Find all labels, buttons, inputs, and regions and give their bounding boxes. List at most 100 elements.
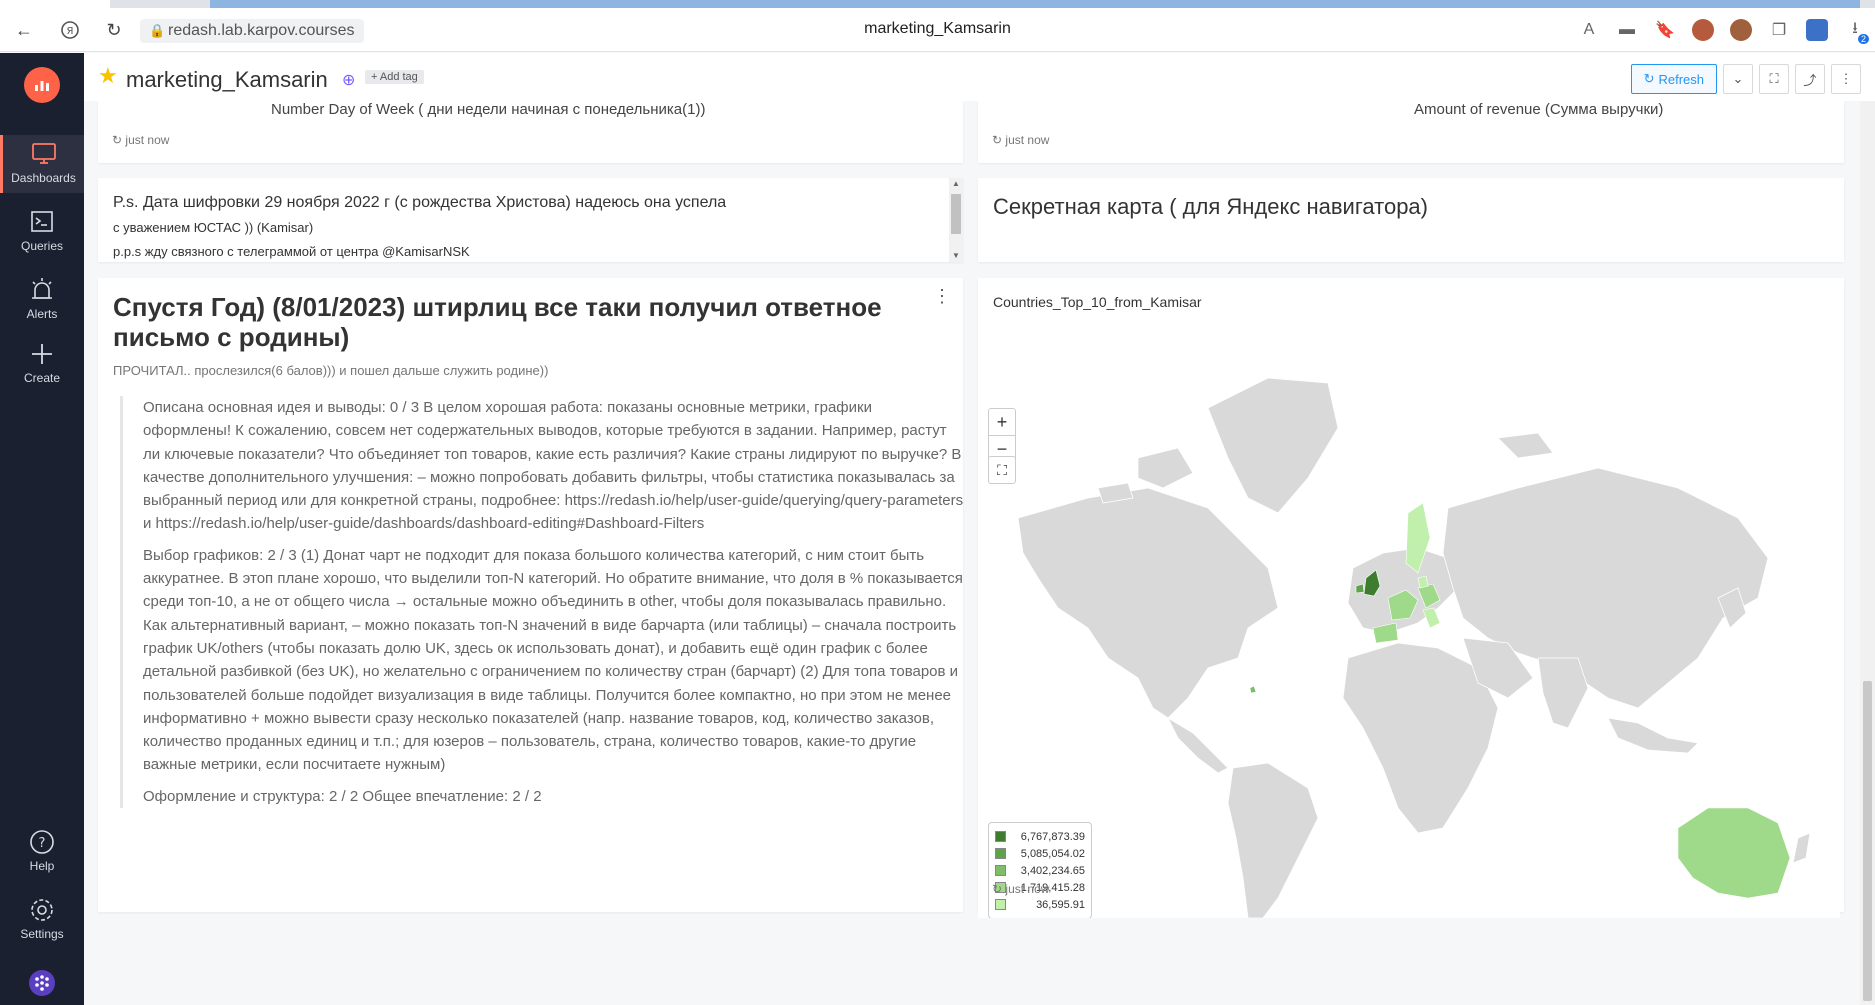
refresh-icon: ↻ — [1643, 71, 1655, 86]
legend-row: 3,402,234.65 — [995, 862, 1085, 879]
countries-map-widget: Countries_Top_10_from_Kamisar + − ⛶ 6,76… — [978, 278, 1844, 918]
sidebar-item-create[interactable]: Create — [0, 335, 84, 395]
extension-icon[interactable] — [1729, 18, 1753, 42]
weekday-chart-widget: Number Day of Week ( дни недели начиная … — [98, 101, 963, 163]
sidebar-item-label: Settings — [20, 927, 64, 941]
arctic-island — [1137, 447, 1194, 489]
dashboard-header: ★ marketing_Kamsarin ⊕ + Add tag ↻ Refres… — [84, 53, 1875, 101]
yandex-icon[interactable]: Я — [54, 14, 86, 46]
southeast-asia — [1607, 717, 1699, 754]
fullscreen-icon: ⛶ — [1769, 71, 1779, 86]
scroll-up-icon[interactable]: ▲ — [949, 178, 963, 190]
sidebar-item-settings[interactable]: Settings — [0, 891, 84, 951]
revenue-chart-widget: Amount of revenue (Сумма выручки) ↻ just… — [978, 101, 1844, 163]
widget-scrollbar[interactable]: ▲ ▼ — [949, 178, 963, 262]
sidebar-item-label: Alerts — [26, 307, 58, 321]
ps-title: P.s. Дата шифровки 29 ноября 2022 г (с р… — [113, 194, 727, 211]
refresh-dropdown-button[interactable]: ⌄ — [1723, 64, 1753, 94]
svg-text:Я: Я — [67, 26, 74, 37]
page-scrollbar[interactable] — [1860, 101, 1875, 1005]
terminal-icon — [31, 211, 53, 232]
legend-swatch — [995, 831, 1006, 842]
fullscreen-button[interactable]: ⛶ — [1759, 64, 1789, 94]
scrollbar-thumb[interactable] — [951, 194, 961, 234]
add-tag-button[interactable]: + Add tag — [365, 70, 424, 84]
legend-swatch — [995, 848, 1006, 859]
download-icon[interactable]: ⭳ 2 — [1843, 18, 1869, 44]
gear-icon — [31, 899, 53, 921]
extension-icon[interactable] — [1691, 18, 1715, 42]
letter-subtitle: ПРОЧИТАЛ.. прослезился(6 балов))) и поше… — [113, 363, 549, 378]
country-switzerland — [1422, 607, 1441, 629]
sidebar-item-alerts[interactable]: Alerts — [0, 271, 84, 331]
india — [1537, 657, 1589, 729]
review-paragraph: Описана основная идея и выводы: 0 / 3 В … — [143, 399, 964, 533]
lock-icon: 🔒 — [149, 23, 166, 38]
updated-text: just now — [1005, 882, 1050, 896]
last-updated[interactable]: ↻ just now — [992, 882, 1049, 896]
favorite-star-icon[interactable]: ★ — [98, 63, 118, 89]
refresh-button[interactable]: ↻ Refresh — [1630, 64, 1717, 94]
updated-text: just now — [1005, 133, 1050, 147]
legend-row: 36,595.91 — [995, 896, 1085, 913]
map-canvas[interactable]: + − ⛶ 6,767,873.39 5,085,054.02 3,402,23… — [978, 338, 1840, 918]
sidebar-item-dashboards[interactable]: Dashboards — [0, 135, 84, 193]
more-menu-button[interactable]: ⋮ — [1831, 64, 1861, 94]
back-icon[interactable]: ← — [8, 14, 40, 46]
zoom-in-button[interactable]: + — [989, 409, 1015, 435]
widget-menu-icon[interactable]: ⋮ — [933, 286, 951, 307]
browser-tab[interactable] — [0, 0, 110, 8]
greenland — [1207, 377, 1339, 514]
profile-icon[interactable] — [1805, 18, 1829, 42]
alarm-icon — [32, 278, 52, 299]
browser-toolbar: ← Я ↻ 🔒 redash.lab.karpov.courses market… — [0, 8, 1875, 52]
user-avatar[interactable] — [29, 970, 55, 996]
sidebar-item-label: Queries — [20, 239, 64, 253]
reload-icon[interactable]: ↻ — [98, 14, 130, 46]
last-updated[interactable]: ↻ just now — [992, 133, 1049, 147]
globe-icon: ⊕ — [342, 72, 356, 89]
last-updated[interactable]: ↻ just now — [112, 133, 169, 147]
redash-logo[interactable] — [24, 67, 60, 103]
bookmark-icon[interactable]: 🔖 — [1653, 18, 1677, 42]
translate-icon[interactable]: A — [1577, 18, 1601, 42]
sidebar-item-label: Dashboards — [11, 171, 76, 185]
more-icon: ⋮ — [1839, 71, 1853, 86]
comment-icon[interactable]: ▬ — [1615, 18, 1639, 42]
url-text: redash.lab.karpov.courses — [168, 22, 355, 39]
sidebar: Dashboards Queries Alerts Create ? Help … — [0, 53, 84, 1005]
sidebar-item-queries[interactable]: Queries — [0, 203, 84, 263]
scroll-down-icon[interactable]: ▼ — [949, 250, 963, 262]
south-america — [1227, 762, 1319, 918]
collections-icon[interactable]: ❐ — [1767, 18, 1791, 42]
map-fullscreen-button[interactable]: ⛶ — [988, 456, 1016, 484]
secret-map-title-widget: Секретная карта ( для Яндекс навигатора) — [978, 178, 1844, 262]
ps-text-widget: P.s. Дата шифровки 29 ноября 2022 г (с р… — [98, 178, 963, 262]
review-blockquote: Описана основная идея и выводы: 0 / 3 В … — [120, 396, 964, 809]
refresh-label: Refresh — [1658, 71, 1704, 87]
help-icon: ? — [30, 830, 54, 854]
dashboard-title: marketing_Kamsarin — [126, 67, 328, 92]
share-icon: ⤴ — [1803, 72, 1817, 88]
chart-axis-label: Amount of revenue (Сумма выручки) — [1414, 101, 1664, 118]
monitor-icon — [31, 143, 56, 164]
review-paragraph: Выбор графиков: 2 / 3 (1) Донат чарт не … — [143, 546, 963, 774]
address-bar[interactable]: 🔒 redash.lab.karpov.courses — [140, 19, 365, 43]
chart-axis-label: Number Day of Week ( дни недели начиная … — [271, 101, 706, 118]
review-paragraph: Оформление и структура: 2 / 2 Общее впеч… — [143, 787, 542, 805]
ps-signature: с уважением ЮСТАС )) (Kamisar) — [113, 220, 314, 235]
page-scrollbar-thumb[interactable] — [1863, 681, 1872, 1001]
svg-text:?: ? — [39, 836, 46, 851]
pps-note: p.p.s жду связного с телеграммой от цент… — [113, 244, 470, 259]
refresh-icon: ↻ — [992, 882, 1003, 896]
legend-value: 5,085,054.02 — [1020, 847, 1085, 860]
country-australia — [1677, 807, 1791, 899]
map-legend: 6,767,873.39 5,085,054.02 3,402,234.65 1… — [988, 822, 1092, 918]
share-button[interactable]: ⤴ — [1795, 64, 1825, 94]
browser-tab-group[interactable] — [210, 0, 1860, 8]
country-ireland — [1355, 583, 1365, 594]
sidebar-item-help[interactable]: ? Help — [0, 823, 84, 883]
refresh-icon: ↻ — [112, 133, 123, 147]
legend-value: 6,767,873.39 — [1020, 830, 1085, 843]
legend-row: 5,085,054.02 — [995, 845, 1085, 862]
